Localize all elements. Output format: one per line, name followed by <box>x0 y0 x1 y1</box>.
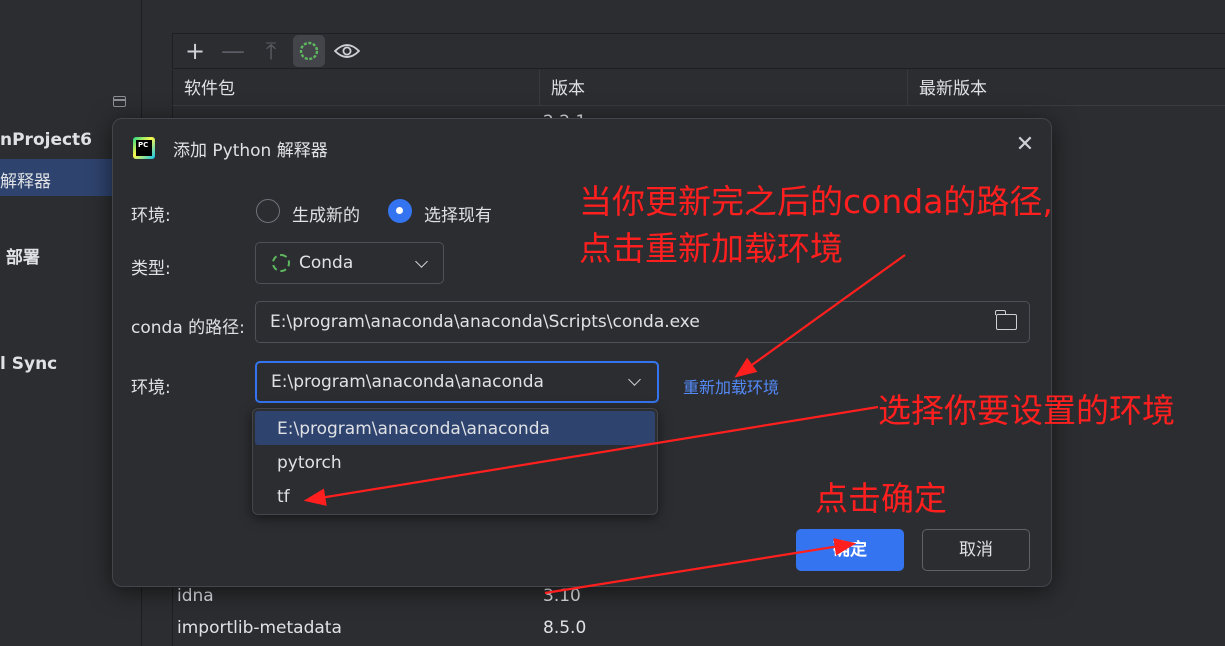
conda-icon[interactable] <box>293 35 325 67</box>
close-icon[interactable]: ✕ <box>1013 133 1037 157</box>
sidebar-item-deploy[interactable]: 部署 <box>0 243 40 268</box>
package-toolbar: + — ⤒ <box>172 33 1225 69</box>
radio-select-existing-label[interactable]: 选择现有 <box>424 201 492 226</box>
radio-select-existing[interactable] <box>388 199 412 223</box>
environment-dropdown-list: E:\program\anaconda\anaconda pytorch tf <box>252 408 658 515</box>
package-name-cell: idna <box>177 586 214 606</box>
table-row[interactable]: idna 3.10 <box>177 586 581 606</box>
annotation-conda-path-line1: 当你更新完之后的conda的路径, <box>579 182 1053 221</box>
dropdown-option-pytorch[interactable]: pytorch <box>255 445 655 479</box>
dialog-title: 添加 Python 解释器 <box>173 141 328 161</box>
chevron-down-icon <box>415 255 428 268</box>
radio-generate-new-label[interactable]: 生成新的 <box>292 201 360 226</box>
package-name-cell: importlib-metadata <box>177 618 342 638</box>
ok-button[interactable]: 确定 <box>796 529 904 571</box>
annotation-select-env: 选择你要设置的环境 <box>878 391 1175 430</box>
type-dropdown[interactable]: Conda <box>255 242 444 284</box>
reload-environments-link[interactable]: 重新加载环境 <box>683 374 779 398</box>
column-version[interactable]: 版本 <box>540 70 908 106</box>
chevron-down-icon <box>628 373 641 386</box>
annotation-conda-path-line2: 点击重新加载环境 <box>579 229 843 268</box>
remove-icon[interactable]: — <box>217 35 249 67</box>
add-icon[interactable]: + <box>179 35 211 67</box>
folder-icon[interactable] <box>995 310 1017 330</box>
package-table-header: 软件包 版本 最新版本 <box>172 70 1225 106</box>
version-cell: 8.5.0 <box>543 618 587 638</box>
radio-generate-new[interactable] <box>256 199 280 223</box>
dropdown-option-anaconda[interactable]: E:\program\anaconda\anaconda <box>255 411 655 445</box>
dropdown-option-tf[interactable]: tf <box>255 479 655 513</box>
type-dropdown-value: Conda <box>299 253 354 273</box>
pycharm-logo-icon: PC <box>133 137 155 159</box>
conda-path-value: E:\program\anaconda\anaconda\Scripts\con… <box>270 312 700 332</box>
window-icon[interactable] <box>113 96 126 107</box>
table-row[interactable]: importlib-metadata 8.5.0 <box>177 618 586 638</box>
environment-label: 环境: <box>131 206 171 226</box>
version-cell: 3.10 <box>543 586 581 606</box>
conda-path-label: conda 的路径: <box>131 318 245 338</box>
conda-icon <box>272 254 290 272</box>
column-package[interactable]: 软件包 <box>173 70 540 106</box>
sidebar-project-name[interactable]: nProject6 <box>0 130 92 150</box>
column-latest-version[interactable]: 最新版本 <box>908 70 1225 106</box>
sidebar-item-sync[interactable]: l Sync <box>0 354 57 374</box>
environment-dropdown[interactable]: E:\program\anaconda\anaconda <box>255 361 659 403</box>
environment-select-label: 环境: <box>131 378 171 398</box>
type-label: 类型: <box>131 259 171 279</box>
upgrade-icon[interactable]: ⤒ <box>255 35 287 67</box>
cancel-button[interactable]: 取消 <box>922 529 1030 571</box>
eye-icon[interactable] <box>331 35 363 67</box>
environment-dropdown-value: E:\program\anaconda\anaconda <box>271 372 544 392</box>
annotation-click-ok: 点击确定 <box>815 479 947 518</box>
conda-path-field[interactable]: E:\program\anaconda\anaconda\Scripts\con… <box>255 301 1030 343</box>
sidebar-item-deploy-label: 部署 <box>5 248 40 268</box>
